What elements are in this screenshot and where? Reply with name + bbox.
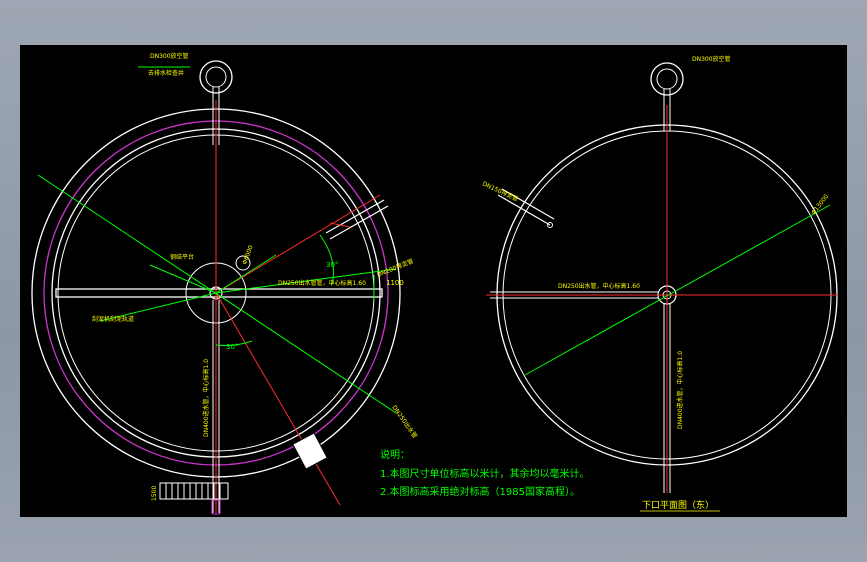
right-label-dim: Φ13000	[810, 193, 830, 216]
right-label-top-pipe: DN300放空管	[692, 55, 731, 63]
right-view-title: 下口平面图（东）	[642, 499, 714, 511]
right-leader-line	[524, 204, 831, 376]
label-angle-2: 30°	[226, 343, 238, 351]
axis-diagonal	[215, 292, 341, 506]
label-outlet-pipe: DN250出水管管，中心标高1.60	[278, 279, 366, 287]
label-center-platform: 钢结平台	[170, 253, 194, 261]
label-scum: 刮泥机刮泥轨道	[92, 315, 134, 323]
right-top-pipe-ring-inner	[656, 68, 678, 90]
viewport-frame: DN300放空管 去排水检查井 钢结平台 Φ6000 DN250出水管管，中心标…	[0, 0, 867, 562]
label-top-pipe-sub: 去排水检查井	[148, 69, 184, 77]
drain-box	[292, 432, 328, 470]
right-label-left-pipe: DN150排泥管	[481, 180, 519, 204]
note-item-1: 1.本图尺寸单位标高以米计，其余均以毫米计。	[380, 467, 590, 480]
notes-block: 说明： 1.本图尺寸单位标高以米计，其余均以毫米计。 2.本图标高采用绝对标高（…	[380, 448, 590, 498]
note-item-2: 2.本图标高采用绝对标高（1985国家高程）。	[380, 485, 580, 498]
right-plan-view: DN300放空管 DN150排泥管 Φ13000 DN250出水管，中心标高1.…	[481, 55, 838, 512]
drawing-canvas[interactable]: DN300放空管 去排水检查井 钢结平台 Φ6000 DN250出水管管，中心标…	[20, 45, 847, 517]
top-pipe-ring	[199, 60, 233, 94]
right-label-outlet-pipe: DN250出水管，中心标高1.60	[558, 282, 640, 290]
left-plan-view: DN300放空管 去排水检查井 钢结平台 Φ6000 DN250出水管管，中心标…	[31, 52, 419, 515]
label-top-pipe: DN300放空管	[150, 52, 189, 60]
label-upper-pipe: DN200排泥管	[376, 257, 415, 279]
label-angle-1: 30°	[326, 261, 338, 269]
right-label-vertical-pipe: DN400进水管，中心标高1.0	[676, 351, 684, 429]
label-dia-center: Φ6000	[241, 244, 254, 265]
stair-block	[159, 482, 229, 500]
label-side-dim: 1100	[386, 279, 404, 287]
label-right-pipe: DN250出水管	[390, 404, 419, 440]
notes-heading: 说明：	[380, 448, 410, 461]
right-top-pipe-ring	[650, 62, 684, 96]
label-bottom-dim: 1500	[151, 486, 158, 501]
top-pipe-ring-inner	[205, 66, 227, 88]
label-vertical-pipe: DN400进水管，中心标高1.0	[202, 359, 210, 437]
leader-line-a	[37, 174, 397, 414]
